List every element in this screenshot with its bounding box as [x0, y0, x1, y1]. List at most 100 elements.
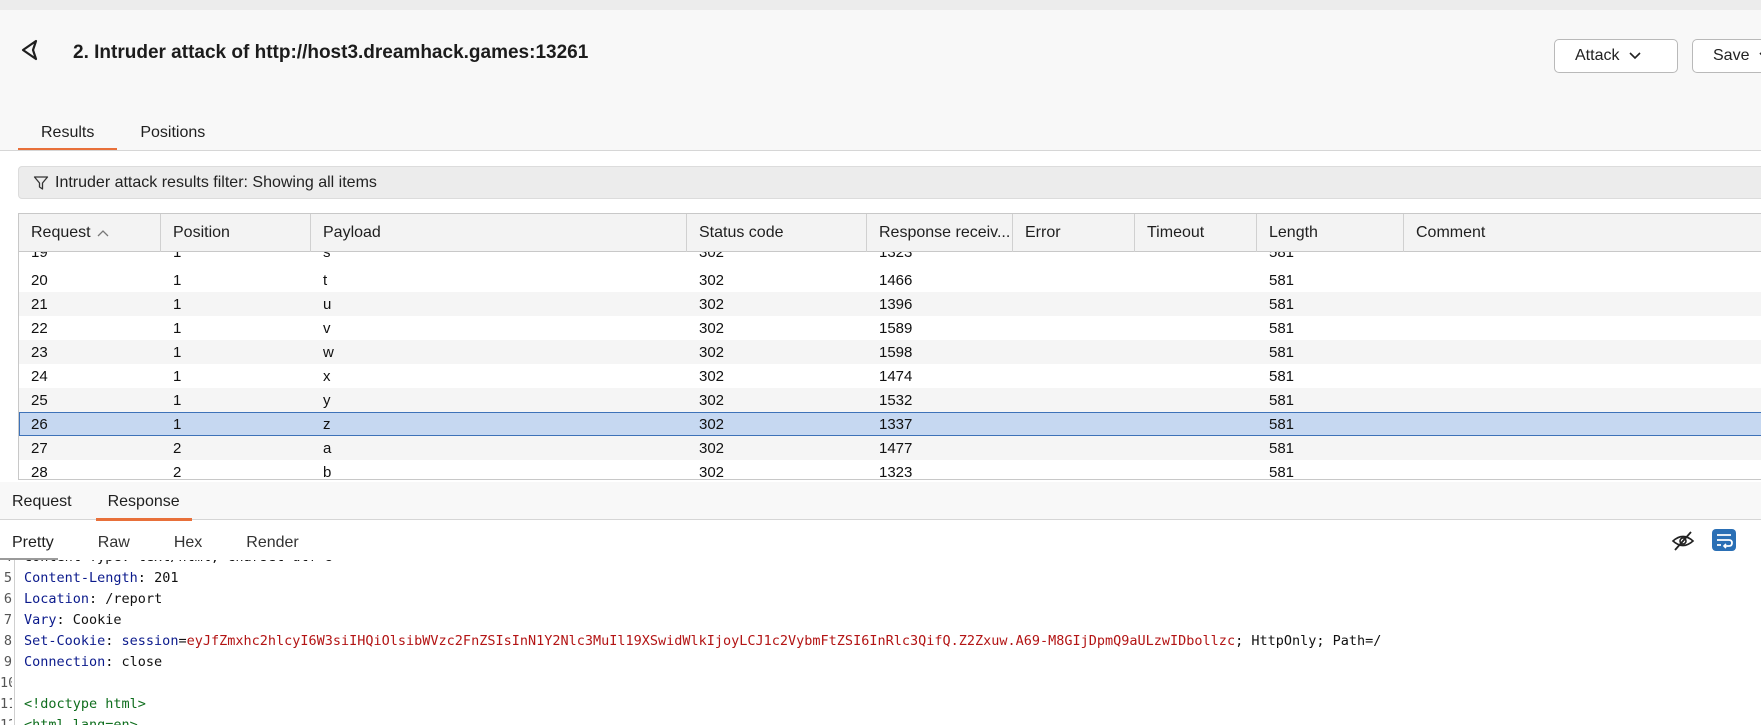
- table-cell: 1466: [879, 272, 913, 289]
- table-cell: 23: [31, 344, 48, 361]
- table-cell: 1: [173, 296, 182, 313]
- table-cell: [1013, 340, 1135, 364]
- table-cell: w: [323, 344, 334, 361]
- line-number: 11: [0, 696, 12, 712]
- table-cell: 581: [1269, 392, 1295, 409]
- table-cell: 581: [1269, 464, 1295, 480]
- table-cell: v: [323, 320, 331, 337]
- table-cell: 302: [699, 320, 725, 337]
- table-cell: 302: [699, 296, 725, 313]
- html-markup: <!doctype html>: [24, 696, 146, 712]
- wrap-lines-icon[interactable]: [1711, 528, 1737, 552]
- table-cell: [1013, 268, 1135, 292]
- table-cell: x: [323, 368, 331, 385]
- line-number: 5: [3, 570, 12, 586]
- column-header-position[interactable]: Position: [161, 214, 311, 252]
- table-cell: 1: [173, 252, 182, 261]
- header-value: /report: [97, 591, 163, 607]
- table-cell: 1396: [879, 296, 913, 313]
- table-cell: 302: [699, 344, 725, 361]
- table-cell: 2: [173, 464, 182, 480]
- table-cell: [1135, 412, 1257, 436]
- table-cell: [1135, 460, 1257, 479]
- table-row[interactable]: 22 1 v 302 1589 581: [19, 316, 1761, 340]
- table-cell: [1013, 460, 1135, 479]
- table-cell: [1135, 388, 1257, 412]
- results-table: Request Position Payload Status code Res…: [18, 213, 1761, 480]
- table-cell: 581: [1269, 272, 1295, 289]
- table-cell: 302: [699, 464, 725, 480]
- column-header-payload[interactable]: Payload: [311, 214, 687, 252]
- back-arrow-icon[interactable]: [18, 38, 44, 62]
- tab-response[interactable]: Response: [95, 488, 192, 521]
- table-row[interactable]: 23 1 w 302 1598 581: [19, 340, 1761, 364]
- table-cell: 1: [173, 344, 182, 361]
- table-cell: 1532: [879, 392, 913, 409]
- tab-pretty[interactable]: Pretty: [0, 530, 66, 560]
- table-cell: 1: [173, 272, 182, 289]
- line-content: Set-Cookie: session=eyJfZmxhc2hlcyI6W3si…: [24, 631, 1381, 652]
- save-dropdown-button[interactable]: Save: [1692, 39, 1761, 73]
- hide-nonprinting-icon[interactable]: [1671, 530, 1695, 552]
- divider: [0, 150, 1761, 151]
- line-number: 8: [3, 633, 12, 649]
- code-token: Content-Type: text/html; charset=utf-8: [24, 560, 333, 565]
- column-header-error[interactable]: Error: [1013, 214, 1135, 252]
- table-row[interactable]: 24 1 x 302 1474 581: [19, 364, 1761, 388]
- filter-icon: [33, 175, 49, 190]
- table-header: Request Position Payload Status code Res…: [19, 214, 1761, 252]
- page-title: 2. Intruder attack of http://host3.dream…: [73, 42, 589, 63]
- results-filter-bar[interactable]: Intruder attack results filter: Showing …: [18, 166, 1761, 199]
- table-cell: [1404, 412, 1761, 436]
- table-cell: 25: [31, 392, 48, 409]
- table-cell: [1135, 292, 1257, 316]
- table-cell: [1135, 316, 1257, 340]
- table-cell: t: [323, 272, 328, 289]
- table-cell: [1013, 412, 1135, 436]
- column-header-comment[interactable]: Comment: [1404, 214, 1761, 252]
- table-cell: 581: [1269, 416, 1295, 433]
- tab-positions[interactable]: Positions: [117, 120, 228, 150]
- line-number: 4: [0, 560, 12, 568]
- table-row-selected[interactable]: 26 1 z 302 1337 581: [19, 412, 1761, 436]
- table-row-partial[interactable]: 19 1 s 302 1323 581: [19, 252, 1761, 264]
- column-header-request[interactable]: Request: [19, 214, 161, 252]
- table-cell: 21: [31, 296, 48, 313]
- table-cell: z: [323, 416, 331, 433]
- table-cell: 1323: [879, 252, 913, 261]
- table-row[interactable]: 20 1 t 302 1466 581: [19, 268, 1761, 292]
- html-markup: <html lang=en>: [24, 717, 138, 725]
- table-cell: [1135, 436, 1257, 460]
- tab-raw[interactable]: Raw: [86, 530, 142, 560]
- column-header-response-received[interactable]: Response receiv...: [867, 214, 1013, 252]
- table-cell: [1135, 252, 1257, 264]
- attack-dropdown-button[interactable]: Attack: [1554, 39, 1678, 73]
- table-row[interactable]: 27 2 a 302 1477 581: [19, 436, 1761, 460]
- table-row[interactable]: 21 1 u 302 1396 581: [19, 292, 1761, 316]
- column-header-timeout[interactable]: Timeout: [1135, 214, 1257, 252]
- header-value: Cookie: [64, 612, 122, 628]
- tab-hex[interactable]: Hex: [162, 530, 214, 560]
- table-row[interactable]: 28 2 b 302 1323 581: [19, 460, 1761, 480]
- table-cell: 1: [173, 368, 182, 385]
- response-editor[interactable]: 4 Content-Type: text/html; charset=utf-8 5…: [0, 560, 1761, 725]
- line-number: 7: [3, 612, 12, 628]
- table-cell: 22: [31, 320, 48, 337]
- table-cell: [1404, 316, 1761, 340]
- tab-render[interactable]: Render: [234, 530, 310, 560]
- table-row[interactable]: 25 1 y 302 1532 581: [19, 388, 1761, 412]
- column-header-length[interactable]: Length: [1257, 214, 1404, 252]
- table-cell: [1135, 268, 1257, 292]
- tab-request[interactable]: Request: [0, 488, 84, 520]
- table-cell: [1404, 460, 1761, 479]
- table-cell: 302: [699, 272, 725, 289]
- column-header-status-code[interactable]: Status code: [687, 214, 867, 252]
- table-cell: b: [323, 464, 332, 480]
- header-name: Vary: [24, 612, 57, 628]
- message-panel-header: [0, 482, 1761, 520]
- tab-results[interactable]: Results: [18, 120, 118, 151]
- table-cell: 24: [31, 368, 48, 385]
- header-name: Set-Cookie: [24, 633, 106, 649]
- table-cell: [1013, 364, 1135, 388]
- line-number: 10: [0, 675, 12, 691]
